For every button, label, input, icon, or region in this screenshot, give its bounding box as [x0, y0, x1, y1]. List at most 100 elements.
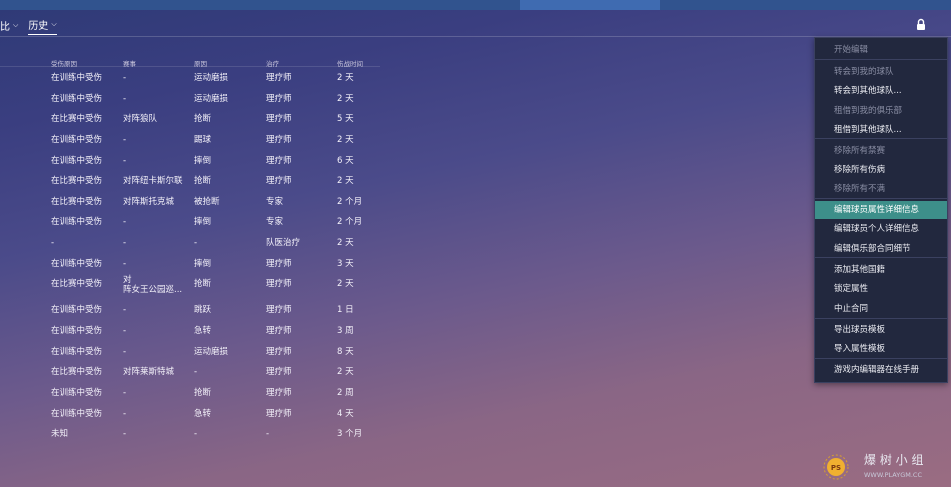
- menu-separator: [815, 318, 947, 319]
- menu-item[interactable]: 编辑俱乐部合同细节: [815, 240, 947, 258]
- table-cell: 被抢断: [194, 197, 220, 207]
- table-cell: 踢球: [194, 135, 212, 145]
- watermark-text: 爆 树 小 组: [864, 452, 923, 467]
- table-cell: 对阵莱斯特城: [123, 367, 175, 377]
- table-cell: 理疗师: [266, 409, 292, 419]
- menu-item[interactable]: 锁定属性: [815, 280, 947, 298]
- watermark-logo: PS 爆 树 小 组 WWW.PLAYGM.CC: [823, 452, 923, 480]
- table-cell: 在训练中受伤: [51, 217, 103, 227]
- tab-bar: 比 ⌵ 历史 ⌵: [0, 17, 57, 35]
- menu-item[interactable]: 移除所有伤病: [815, 161, 947, 179]
- menu-item: 移除所有禁赛: [834, 146, 886, 156]
- tab-compare[interactable]: 比 ⌵: [0, 18, 18, 35]
- lock-button[interactable]: [913, 17, 929, 33]
- table-cell: 2 天: [337, 279, 354, 289]
- table-cell: 在比赛中受伤: [51, 176, 103, 186]
- menu-separator: [815, 198, 947, 199]
- table-cell: 急转: [194, 409, 212, 419]
- menu-item: 开始编辑: [834, 45, 869, 55]
- table-cell: 在训练中受伤: [51, 305, 103, 315]
- table-cell: 理疗师: [266, 73, 292, 83]
- table-cell: 理疗师: [266, 347, 292, 357]
- context-menu: 开始编辑转会到我的球队转会到其他球队... 租借到我的俱乐部租借到其他球队... 移…: [814, 37, 948, 383]
- table-cell: 在比赛中受伤: [51, 197, 103, 207]
- menu-item[interactable]: 中止合同: [815, 300, 947, 318]
- table-cell: -: [123, 429, 127, 439]
- table-cell: 专家: [266, 217, 284, 227]
- chevron-down-icon: ⌵: [51, 20, 57, 28]
- table-cell: 抢断: [194, 388, 212, 398]
- table-cell: -: [123, 347, 127, 357]
- table-cell: 对阵狼队: [123, 114, 158, 124]
- table-cell: 在比赛中受伤: [51, 114, 103, 124]
- menu-separator: [815, 59, 947, 60]
- table-cell: 1 日: [337, 305, 354, 315]
- table-cell: 未知: [51, 429, 69, 439]
- menu-item[interactable]: 编辑球员属性详细信息: [815, 201, 947, 219]
- chevron-down-icon: ⌵: [13, 20, 19, 29]
- watermark-url: WWW.PLAYGM.CC: [864, 471, 922, 479]
- tab-label: 历史: [28, 21, 49, 32]
- tab-label: 比: [0, 21, 10, 33]
- table-cell: 2 个月: [337, 197, 363, 207]
- menu-item[interactable]: 转会到其他球队...: [815, 82, 947, 100]
- table-cell: 专家: [266, 197, 284, 207]
- table-cell: 2 个月: [337, 217, 363, 227]
- menu-item[interactable]: 游戏内编辑器在线手册: [815, 361, 947, 379]
- watermark-badge: PS: [831, 464, 841, 472]
- table-cell: 3 天: [337, 259, 354, 269]
- table-cell: 在训练中受伤: [51, 388, 103, 398]
- table-cell: 在训练中受伤: [51, 409, 103, 419]
- table-cell: 2 天: [337, 238, 354, 248]
- table-cell: 运动磨损: [194, 73, 229, 83]
- table-cell: 5 天: [337, 114, 354, 124]
- table-cell: 急转: [194, 326, 212, 336]
- tab-divider: [0, 36, 951, 37]
- table-cell: -: [123, 305, 127, 315]
- table-cell: 3 个月: [337, 429, 363, 439]
- table-cell: 在训练中受伤: [51, 259, 103, 269]
- table-cell: 跳跃: [194, 305, 212, 315]
- table-cell: 理疗师: [266, 305, 292, 315]
- table-cell: 2 天: [337, 135, 354, 145]
- table-cell: 摔倒: [194, 259, 212, 269]
- table-cell: 摔倒: [194, 217, 212, 227]
- table-cell: 对阵斯托克城: [123, 197, 175, 207]
- table-cell: 理疗师: [266, 279, 292, 289]
- table-cell: 2 天: [337, 176, 354, 186]
- table-cell: 在训练中受伤: [51, 326, 103, 336]
- table-cell: -: [123, 388, 127, 398]
- table-cell: 在比赛中受伤: [51, 279, 103, 289]
- table-cell: 2 天: [337, 94, 354, 104]
- table-cell: 理疗师: [266, 367, 292, 377]
- table-cell: 抢断: [194, 114, 212, 124]
- table-cell: 摔倒: [194, 156, 212, 166]
- lock-icon: [917, 18, 925, 30]
- menu-item[interactable]: 导出球员模板: [815, 321, 947, 339]
- menu-item: 转会到我的球队: [834, 67, 894, 77]
- tab-history[interactable]: 历史 ⌵: [28, 17, 57, 35]
- table-cell: 3 周: [337, 326, 354, 336]
- table-cell: 抢断: [194, 176, 212, 186]
- table-cell: -: [123, 94, 127, 104]
- table-cell: -: [123, 73, 127, 83]
- menu-item[interactable]: 租借到其他球队...: [815, 121, 947, 139]
- menu-item: 移除所有不满: [834, 184, 886, 194]
- top-bar: [0, 0, 951, 10]
- table-cell: 2 周: [337, 388, 354, 398]
- table-cell: 运动磨损: [194, 94, 229, 104]
- table-cell: 运动磨损: [194, 347, 229, 357]
- menu-item[interactable]: 编辑球员个人详细信息: [815, 220, 947, 238]
- table-cell: -: [123, 238, 127, 248]
- menu-item[interactable]: 添加其他国籍: [815, 261, 947, 279]
- table-cell: -: [194, 238, 198, 248]
- table-cell: 对阵纽卡斯尔联: [123, 176, 183, 186]
- menu-item: 租借到我的俱乐部: [834, 106, 903, 116]
- table-cell: 理疗师: [266, 326, 292, 336]
- table-cell: 理疗师: [266, 114, 292, 124]
- table-cell: 2 天: [337, 73, 354, 83]
- menu-separator: [815, 358, 947, 359]
- menu-item[interactable]: 导入属性模板: [815, 340, 947, 358]
- table-cell: 在训练中受伤: [51, 73, 103, 83]
- table-cell: 理疗师: [266, 135, 292, 145]
